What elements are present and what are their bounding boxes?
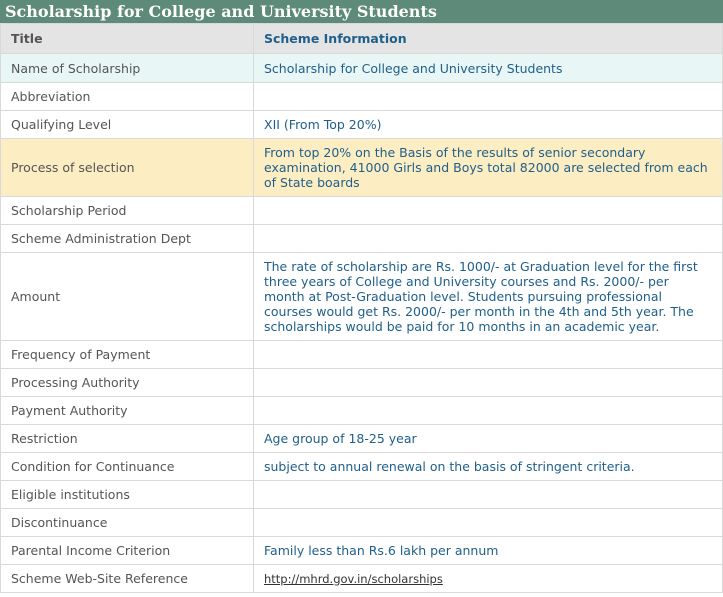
row-label: Condition for Continuance xyxy=(0,452,254,481)
row-label: Discontinuance xyxy=(0,508,254,537)
row-label: Parental Income Criterion xyxy=(0,536,254,565)
row-label: Scholarship Period xyxy=(0,196,254,225)
row-value: The rate of scholarship are Rs. 1000/- a… xyxy=(253,252,723,341)
scheme-info-table: Title Scheme Information Name of Scholar… xyxy=(0,23,723,593)
table-row: Scheme Web-Site Reference http://mhrd.go… xyxy=(0,564,723,593)
row-value: Family less than Rs.6 lakh per annum xyxy=(253,536,723,565)
table-row: Process of selection From top 20% on the… xyxy=(0,138,723,197)
scheme-page: Scholarship for College and University S… xyxy=(0,0,723,597)
row-value xyxy=(253,196,723,225)
row-label: Frequency of Payment xyxy=(0,340,254,369)
table-row: Parental Income Criterion Family less th… xyxy=(0,536,723,565)
row-value: subject to annual renewal on the basis o… xyxy=(253,452,723,481)
table-row: Amount The rate of scholarship are Rs. 1… xyxy=(0,252,723,341)
row-label: Payment Authority xyxy=(0,396,254,425)
row-value xyxy=(253,480,723,509)
table-row: Frequency of Payment xyxy=(0,340,723,369)
row-value xyxy=(253,224,723,253)
row-value: Age group of 18-25 year xyxy=(253,424,723,453)
header-title: Title xyxy=(0,23,254,54)
row-label: Qualifying Level xyxy=(0,110,254,139)
table-row: Scheme Administration Dept xyxy=(0,224,723,253)
row-value xyxy=(253,368,723,397)
row-label: Restriction xyxy=(0,424,254,453)
table-row: Name of Scholarship Scholarship for Coll… xyxy=(0,53,723,83)
row-value xyxy=(253,82,723,111)
row-label: Scheme Administration Dept xyxy=(0,224,254,253)
row-label: Abbreviation xyxy=(0,82,254,111)
row-value: From top 20% on the Basis of the results… xyxy=(253,138,723,197)
row-value xyxy=(253,396,723,425)
row-label: Name of Scholarship xyxy=(0,53,254,83)
row-label: Process of selection xyxy=(0,138,254,197)
row-value: Scholarship for College and University S… xyxy=(253,53,723,83)
table-row: Condition for Continuance subject to ann… xyxy=(0,452,723,481)
table-row: Payment Authority xyxy=(0,396,723,425)
row-value xyxy=(253,508,723,537)
row-value: http://mhrd.gov.in/scholarships xyxy=(253,564,723,593)
row-value xyxy=(253,340,723,369)
table-row: Processing Authority xyxy=(0,368,723,397)
row-label: Scheme Web-Site Reference xyxy=(0,564,254,593)
table-row: Abbreviation xyxy=(0,82,723,111)
table-row: Discontinuance xyxy=(0,508,723,537)
row-label: Processing Authority xyxy=(0,368,254,397)
row-label: Eligible institutions xyxy=(0,480,254,509)
scheme-website-link[interactable]: http://mhrd.gov.in/scholarships xyxy=(264,572,443,586)
table-row: Qualifying Level XII (From Top 20%) xyxy=(0,110,723,139)
table-row: Eligible institutions xyxy=(0,480,723,509)
table-row: Scholarship Period xyxy=(0,196,723,225)
row-label: Amount xyxy=(0,252,254,341)
row-value: XII (From Top 20%) xyxy=(253,110,723,139)
header-scheme-information: Scheme Information xyxy=(253,23,723,54)
page-title: Scholarship for College and University S… xyxy=(0,0,723,23)
table-header-row: Title Scheme Information xyxy=(0,23,723,54)
table-row: Restriction Age group of 18-25 year xyxy=(0,424,723,453)
